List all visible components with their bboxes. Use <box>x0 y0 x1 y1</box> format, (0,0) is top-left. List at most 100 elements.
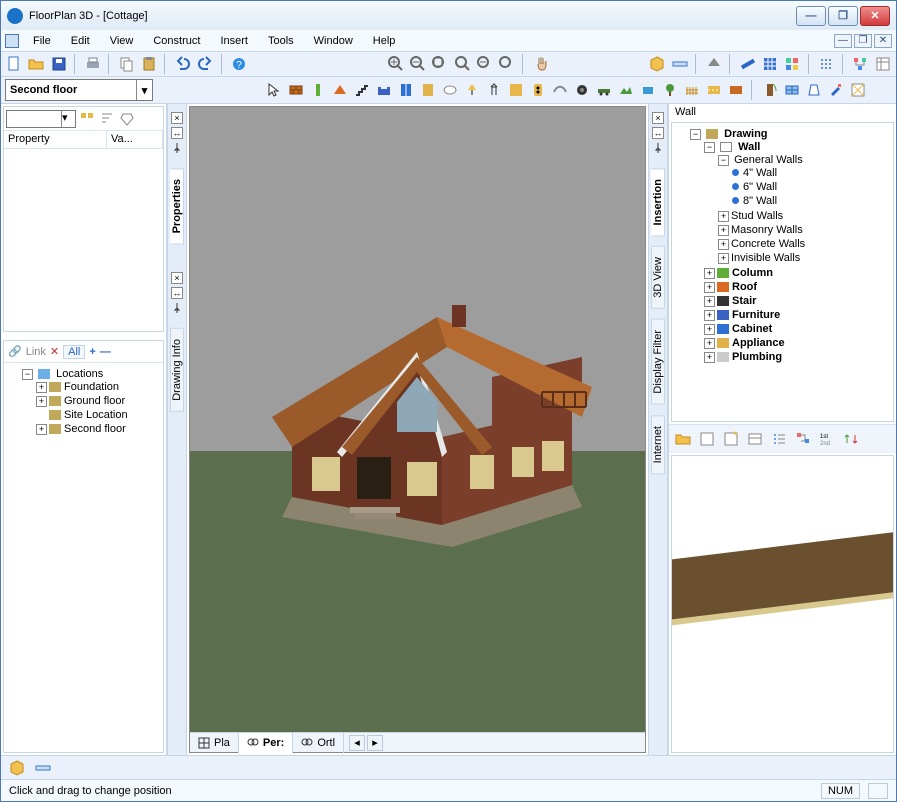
cat-8in-wall[interactable]: 8" Wall <box>743 195 777 207</box>
catalog-new-folder-button[interactable] <box>673 429 693 449</box>
tree-expand-icon[interactable]: + <box>718 225 729 236</box>
tab-scroll-right[interactable]: ▸ <box>367 735 383 751</box>
tree-expand-icon[interactable]: + <box>718 253 729 264</box>
column-button[interactable] <box>309 81 327 99</box>
menu-window[interactable]: Window <box>304 30 363 52</box>
tree-locations-root[interactable]: Locations <box>56 368 103 380</box>
properties-col-property[interactable]: Property <box>4 131 107 148</box>
panel-close-icon[interactable]: × <box>171 112 183 124</box>
redo-button[interactable] <box>196 54 214 74</box>
tree-collapse-icon[interactable]: − <box>704 142 715 153</box>
electrical-button[interactable] <box>529 81 547 99</box>
tab-display-filter[interactable]: Display Filter <box>651 319 665 405</box>
door-button[interactable] <box>761 81 779 99</box>
view-tab-ortho[interactable]: Ortl <box>293 733 344 753</box>
menu-file[interactable]: File <box>23 30 61 52</box>
cat-roof[interactable]: Roof <box>732 281 757 293</box>
roof-button[interactable] <box>331 81 349 99</box>
furniture-button[interactable] <box>375 81 393 99</box>
pan-button[interactable] <box>532 54 550 74</box>
symbol-button[interactable] <box>507 81 525 99</box>
select-tool-button[interactable] <box>265 81 283 99</box>
tape-button[interactable] <box>573 81 591 99</box>
tree-expand-icon[interactable]: + <box>36 382 47 393</box>
location-remove-button[interactable]: — <box>100 346 111 358</box>
terrain-button[interactable] <box>617 81 635 99</box>
mdi-restore-button[interactable]: ❐ <box>854 34 872 48</box>
plumbing-button[interactable] <box>441 81 459 99</box>
tree-second-floor[interactable]: Second floor <box>64 423 126 435</box>
location-add-button[interactable]: + <box>89 346 95 358</box>
camera-button[interactable] <box>485 81 503 99</box>
copy-button[interactable] <box>118 54 136 74</box>
menu-construct[interactable]: Construct <box>143 30 210 52</box>
left-splitter[interactable] <box>1 334 166 338</box>
catalog-open-button[interactable] <box>697 429 717 449</box>
panel-close-icon[interactable]: × <box>171 272 183 284</box>
cat-column[interactable]: Column <box>732 267 773 279</box>
open-button[interactable] <box>27 54 45 74</box>
mdi-close-button[interactable]: ✕ <box>874 34 892 48</box>
menu-edit[interactable]: Edit <box>61 30 100 52</box>
panel-expand-icon[interactable]: ↔ <box>171 127 183 139</box>
tree-site-location[interactable]: Site Location <box>64 409 128 421</box>
tree-expand-icon[interactable]: + <box>36 424 47 435</box>
panel-expand-icon[interactable]: ↔ <box>171 287 183 299</box>
pin-icon[interactable] <box>652 142 664 154</box>
menu-insert[interactable]: Insert <box>210 30 258 52</box>
locations-tree[interactable]: − Locations +Foundation +Ground floor Si… <box>4 363 163 752</box>
pin-icon[interactable] <box>171 142 183 154</box>
cat-drawing[interactable]: Drawing <box>724 128 767 140</box>
tab-drawing-info[interactable]: Drawing Info <box>170 328 184 412</box>
save-button[interactable] <box>50 54 68 74</box>
window-close-button[interactable]: ✕ <box>860 6 890 26</box>
dimensions-button[interactable] <box>33 758 53 778</box>
zoom-fit-button[interactable] <box>453 54 471 74</box>
catalog-sort-button[interactable]: 1st2nd <box>817 429 837 449</box>
catalog-tree-button[interactable] <box>793 429 813 449</box>
zoom-window-button[interactable] <box>431 54 449 74</box>
tab-scroll-left[interactable]: ◂ <box>349 735 365 751</box>
library-button[interactable] <box>874 54 892 74</box>
pin-icon[interactable] <box>171 302 183 314</box>
car-button[interactable] <box>595 81 613 99</box>
material-button[interactable] <box>849 81 867 99</box>
tree-expand-icon[interactable]: + <box>704 352 715 363</box>
mdi-minimize-button[interactable]: — <box>834 34 852 48</box>
opening-button[interactable] <box>805 81 823 99</box>
catalog-list-button[interactable] <box>769 429 789 449</box>
cabinet-button[interactable] <box>397 81 415 99</box>
pool-button[interactable] <box>639 81 657 99</box>
new-button[interactable] <box>5 54 23 74</box>
cat-general-walls[interactable]: General Walls <box>734 154 803 166</box>
location-all-button[interactable]: All <box>63 345 85 359</box>
3d-mode-button[interactable] <box>7 758 27 778</box>
catalog-tree[interactable]: − Drawing − Wall − General Walls <box>671 122 894 422</box>
path-button[interactable] <box>727 81 745 99</box>
catalog-props-button[interactable] <box>745 429 765 449</box>
render-button[interactable] <box>739 54 757 74</box>
3d-viewport[interactable]: Pla Per: Ortl ◂▸ <box>189 106 646 753</box>
tree-expand-icon[interactable]: + <box>704 296 715 307</box>
tree-view-button[interactable] <box>851 54 869 74</box>
tree-expand-icon[interactable]: + <box>704 310 715 321</box>
tree-collapse-icon[interactable]: − <box>718 155 729 166</box>
panel-close-icon[interactable]: × <box>652 112 664 124</box>
status-resize-grip[interactable] <box>868 783 888 799</box>
properties-sort-button[interactable] <box>98 110 116 128</box>
tree-expand-icon[interactable]: + <box>718 211 729 222</box>
menu-help[interactable]: Help <box>363 30 406 52</box>
location-link-icon[interactable]: 🔗 <box>8 345 22 358</box>
menu-view[interactable]: View <box>100 30 144 52</box>
wall-button[interactable] <box>287 81 305 99</box>
tree-expand-icon[interactable]: + <box>718 239 729 250</box>
cat-6in-wall[interactable]: 6" Wall <box>743 181 777 193</box>
snap-button[interactable] <box>817 54 835 74</box>
cat-invisible-walls[interactable]: Invisible Walls <box>731 252 800 264</box>
zoom-realtime-button[interactable] <box>498 54 516 74</box>
tree-collapse-icon[interactable]: − <box>22 369 33 380</box>
cat-cabinet[interactable]: Cabinet <box>732 323 772 335</box>
tree-expand-icon[interactable]: + <box>36 396 47 407</box>
view-tab-plan[interactable]: Pla <box>190 733 239 753</box>
zoom-in-button[interactable] <box>387 54 405 74</box>
